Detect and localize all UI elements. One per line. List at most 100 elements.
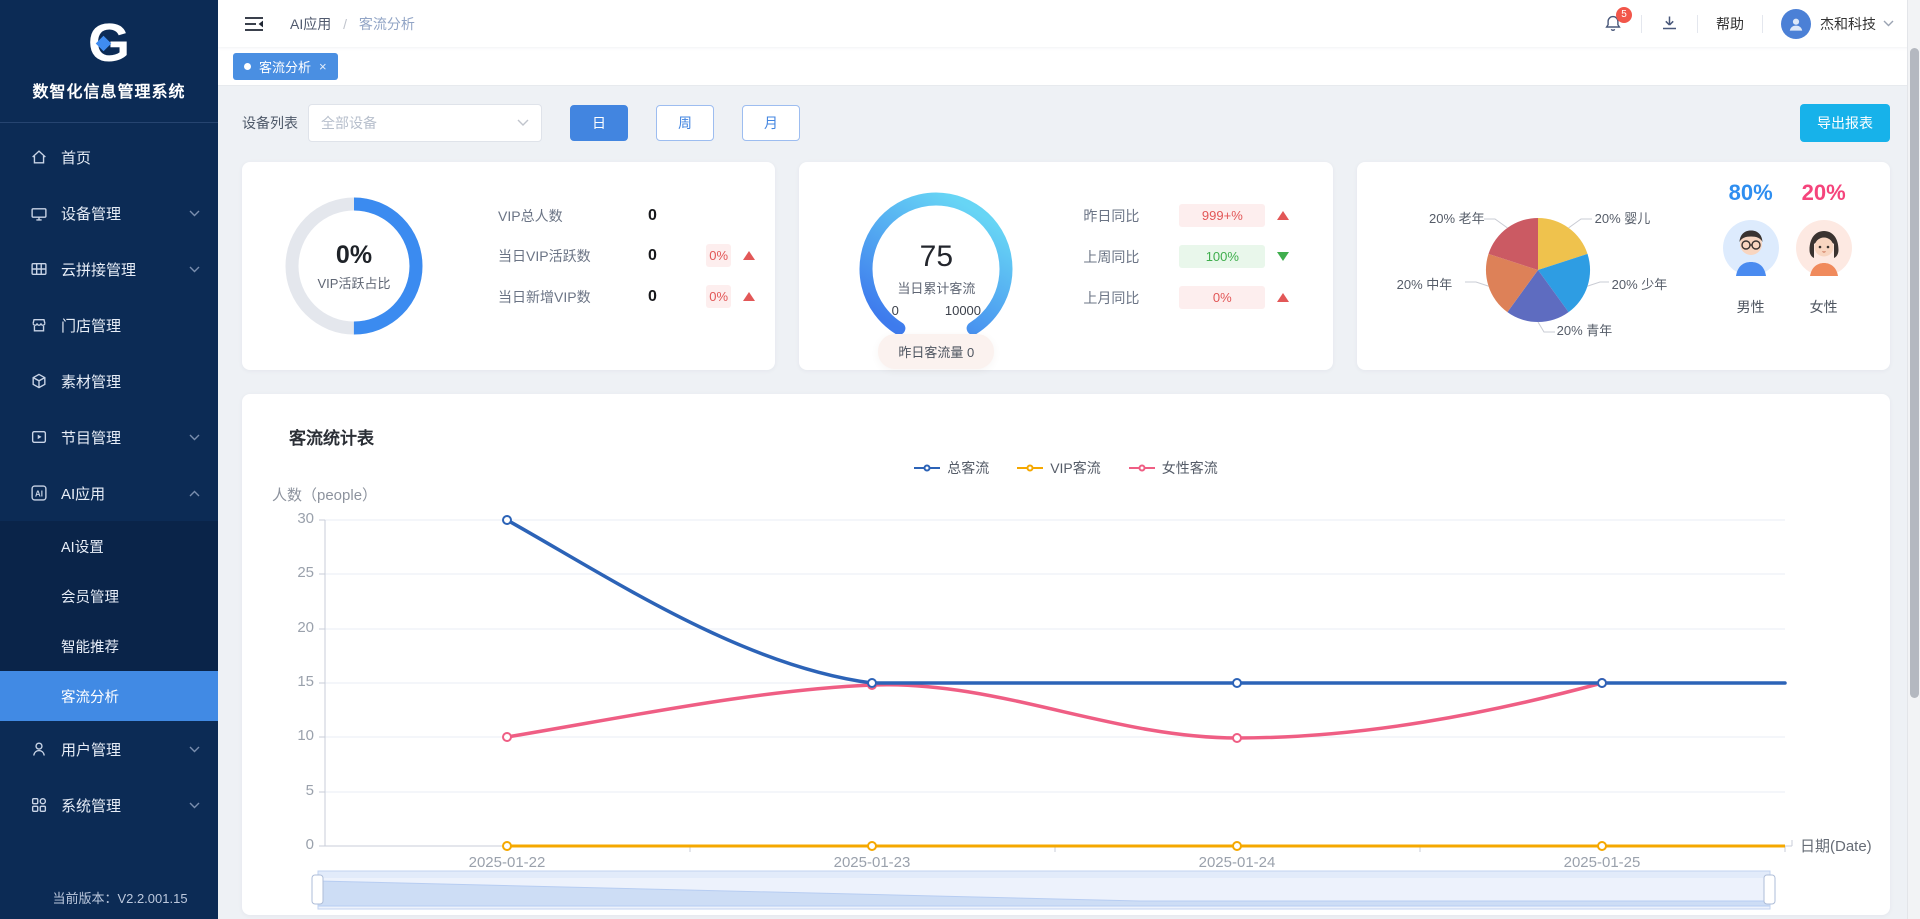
gauge-min: 0 bbox=[892, 303, 899, 318]
range-week-button[interactable]: 周 bbox=[656, 105, 714, 141]
stat-label: 当日新增VIP数 bbox=[498, 287, 648, 307]
vip-donut-chart: 0% VIP活跃占比 bbox=[278, 190, 430, 342]
percent-badge: 999+% bbox=[1179, 204, 1265, 227]
program-icon bbox=[30, 428, 48, 446]
percent-badge: 0% bbox=[706, 244, 731, 267]
sidebar-item-ai-apps[interactable]: AI AI应用 bbox=[0, 465, 218, 521]
range-month-button[interactable]: 月 bbox=[742, 105, 800, 141]
tab-bar: 客流分析 × bbox=[218, 47, 1920, 86]
sidebar-subitem-flow-analysis[interactable]: 客流分析 bbox=[0, 671, 218, 721]
stat-label: 上周同比 bbox=[1083, 247, 1179, 267]
pie-label-young-adult: 20% 青年 bbox=[1557, 320, 1613, 339]
trend-up-icon bbox=[743, 292, 755, 301]
sidebar-item-label: 门店管理 bbox=[61, 315, 200, 336]
datazoom-handle-left[interactable] bbox=[312, 875, 323, 904]
trend-down-icon bbox=[1277, 252, 1289, 261]
sidebar-item-label: 会员管理 bbox=[61, 586, 200, 607]
main-area: AI应用 / 客流分析 5 帮助 杰和科技 bbox=[218, 0, 1920, 919]
breadcrumb-separator: / bbox=[343, 16, 347, 32]
stat-label: 昨日同比 bbox=[1083, 206, 1179, 226]
export-report-button[interactable]: 导出报表 bbox=[1800, 104, 1890, 142]
company-name: 杰和科技 bbox=[1820, 14, 1876, 34]
notifications-button[interactable]: 5 bbox=[1603, 14, 1623, 34]
traffic-today-value: 75 bbox=[851, 240, 1021, 274]
age-pie-chart bbox=[1478, 210, 1598, 330]
datazoom-handle-right[interactable] bbox=[1764, 875, 1775, 904]
stat-value: 0 bbox=[648, 207, 706, 225]
x-tick: 2025-01-22 bbox=[437, 854, 577, 871]
trend-up-icon bbox=[743, 251, 755, 260]
y-tick: 5 bbox=[268, 782, 314, 799]
male-stat-column: 80% 男性 bbox=[1716, 180, 1786, 317]
y-axis-title: 人数（people） bbox=[272, 484, 377, 505]
sidebar-item-label: 智能推荐 bbox=[61, 636, 200, 657]
traffic-today-label: 当日累计客流 bbox=[851, 278, 1021, 297]
sidebar-subitem-recommend[interactable]: 智能推荐 bbox=[0, 621, 218, 671]
sidebar-item-users[interactable]: 用户管理 bbox=[0, 721, 218, 777]
sidebar-item-label: 云拼接管理 bbox=[61, 259, 189, 280]
x-tick: 2025-01-25 bbox=[1532, 854, 1672, 871]
sidebar-subitem-ai-settings[interactable]: AI设置 bbox=[0, 521, 218, 571]
device-select[interactable]: 全部设备 bbox=[308, 104, 542, 142]
breadcrumb-section[interactable]: AI应用 bbox=[290, 16, 331, 32]
datazoom-slider[interactable] bbox=[312, 871, 1775, 909]
chevron-down-icon bbox=[189, 210, 200, 217]
trend-up-icon bbox=[1277, 211, 1289, 220]
help-button[interactable]: 帮助 bbox=[1716, 14, 1744, 34]
stat-row: 当日VIP活跃数 0 0% bbox=[498, 244, 755, 267]
close-icon[interactable]: × bbox=[319, 59, 327, 74]
stat-cards-row: 0% VIP活跃占比 VIP总人数 0 当日VIP活跃数 0 0% bbox=[242, 162, 1890, 370]
breadcrumb-current: 客流分析 bbox=[359, 16, 415, 32]
y-tick: 20 bbox=[268, 619, 314, 636]
sidebar-item-label: 素材管理 bbox=[61, 371, 200, 392]
version-text: 当前版本：V2.2.001.15 bbox=[0, 888, 218, 907]
divider bbox=[1697, 15, 1698, 33]
system-icon bbox=[30, 796, 48, 814]
sidebar-item-stores[interactable]: 门店管理 bbox=[0, 297, 218, 353]
scrollbar-thumb[interactable] bbox=[1910, 48, 1919, 698]
x-tick: 2025-01-23 bbox=[802, 854, 942, 871]
svg-text:AI: AI bbox=[35, 489, 43, 498]
female-percent: 20% bbox=[1802, 180, 1846, 205]
vip-stat-rows: VIP总人数 0 当日VIP活跃数 0 0% 当日新增VIP数 0 0% bbox=[498, 206, 755, 326]
sidebar-collapse-icon[interactable] bbox=[244, 16, 264, 32]
percent-badge: 0% bbox=[706, 285, 731, 308]
tab-flow-analysis[interactable]: 客流分析 × bbox=[233, 53, 338, 80]
sidebar-subitem-members[interactable]: 会员管理 bbox=[0, 571, 218, 621]
breadcrumb: AI应用 / 客流分析 bbox=[290, 14, 415, 34]
divider bbox=[1762, 15, 1763, 33]
store-icon bbox=[30, 316, 48, 334]
chevron-down-icon bbox=[189, 802, 200, 809]
female-avatar-icon bbox=[1796, 220, 1852, 276]
vip-active-ratio-label: VIP活跃占比 bbox=[318, 273, 391, 292]
user-menu[interactable]: 杰和科技 bbox=[1781, 9, 1894, 39]
y-tick: 25 bbox=[268, 564, 314, 581]
sidebar-item-materials[interactable]: 素材管理 bbox=[0, 353, 218, 409]
user-icon bbox=[30, 740, 48, 758]
pie-label-infant: 20% 婴儿 bbox=[1595, 208, 1651, 227]
vip-stats-card: 0% VIP活跃占比 VIP总人数 0 当日VIP活跃数 0 0% bbox=[242, 162, 775, 370]
app-logo: G bbox=[78, 12, 140, 74]
male-avatar-icon bbox=[1723, 220, 1779, 276]
download-icon bbox=[1660, 14, 1679, 33]
sidebar-item-system[interactable]: 系统管理 bbox=[0, 777, 218, 833]
range-day-button[interactable]: 日 bbox=[570, 105, 628, 141]
sidebar-item-devices[interactable]: 设备管理 bbox=[0, 185, 218, 241]
sidebar-item-home[interactable]: 首页 bbox=[0, 129, 218, 185]
line-chart-canvas bbox=[242, 394, 1878, 915]
traffic-gauge-card: 75 当日累计客流 0 10000 昨日客流量 0 昨日同比 999+% bbox=[799, 162, 1332, 370]
download-button[interactable] bbox=[1660, 14, 1679, 33]
active-dot-icon bbox=[244, 63, 251, 70]
flow-statistics-card: 客流统计表 总客流 VIP客流 女性客流 bbox=[242, 394, 1890, 915]
page-content: 设备列表 全部设备 日 周 月 导出报表 0% bbox=[218, 86, 1920, 915]
sidebar-item-programs[interactable]: 节目管理 bbox=[0, 409, 218, 465]
pie-label-elderly: 20% 老年 bbox=[1377, 208, 1485, 227]
avatar bbox=[1781, 9, 1811, 39]
stat-label: 当日VIP活跃数 bbox=[498, 246, 648, 266]
sidebar-item-label: 节目管理 bbox=[61, 427, 189, 448]
yesterday-traffic-pill: 昨日客流量 0 bbox=[851, 334, 1021, 369]
female-stat-column: 20% 女性 bbox=[1789, 180, 1859, 317]
device-select-value: 全部设备 bbox=[321, 113, 517, 133]
sidebar-item-splicing[interactable]: 云拼接管理 bbox=[0, 241, 218, 297]
y-tick: 10 bbox=[268, 727, 314, 744]
